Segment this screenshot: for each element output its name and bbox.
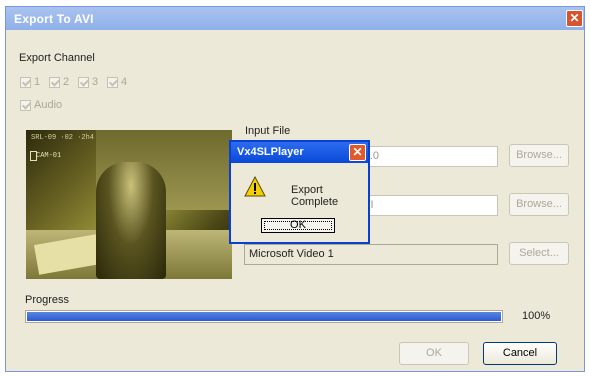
cancel-button[interactable]: Cancel (483, 342, 557, 365)
input-browse-button[interactable]: Browse... (509, 144, 569, 167)
preview-camera-tag: CAM-01 (36, 152, 62, 160)
progress-percent: 100% (522, 310, 551, 322)
window-title: Export To AVI (14, 12, 94, 26)
codec-field[interactable]: Microsoft Video 1 (244, 244, 498, 265)
channel-3-label: 3 (92, 76, 99, 88)
video-preview: SRL-09 ·02 ·2h4 CAM-01 (26, 130, 232, 279)
close-button[interactable]: ✕ (566, 10, 583, 27)
channel-1-label: 1 (34, 76, 41, 88)
progress-fill (27, 312, 501, 321)
dialog-ok-button[interactable]: OK (261, 218, 335, 233)
warning-icon (244, 176, 266, 197)
channel-4-label: 4 (121, 76, 128, 88)
preview-hud-text: SRL-09 ·02 ·2h4 (31, 134, 95, 142)
ok-button[interactable]: OK (399, 342, 469, 365)
input-file-label: Input File (245, 125, 291, 137)
output-browse-button[interactable]: Browse... (509, 193, 569, 216)
progress-label: Progress (25, 294, 70, 306)
channel-2-checkbox[interactable] (49, 77, 60, 88)
audio-label: Audio (34, 99, 63, 111)
title-bar[interactable]: Export To AVI ✕ (6, 7, 584, 30)
channel-4-checkbox[interactable] (107, 77, 118, 88)
audio-checkbox[interactable] (20, 100, 31, 111)
progress-bar (25, 310, 503, 323)
dialog-title: Vx4SLPlayer (237, 146, 304, 158)
message-dialog: Vx4SLPlayer ✕ Export Complete OK (229, 140, 370, 244)
codec-select-button[interactable]: Select... (509, 242, 569, 265)
dialog-close-button[interactable]: ✕ (349, 144, 366, 161)
channel-1-checkbox[interactable] (20, 77, 31, 88)
channel-3-checkbox[interactable] (78, 77, 89, 88)
dialog-message: Export Complete (291, 184, 339, 208)
preview-subject (96, 162, 166, 279)
dialog-title-bar[interactable]: Vx4SLPlayer ✕ (231, 142, 368, 163)
export-channel-label: Export Channel (19, 52, 95, 64)
channel-2-label: 2 (63, 76, 70, 88)
